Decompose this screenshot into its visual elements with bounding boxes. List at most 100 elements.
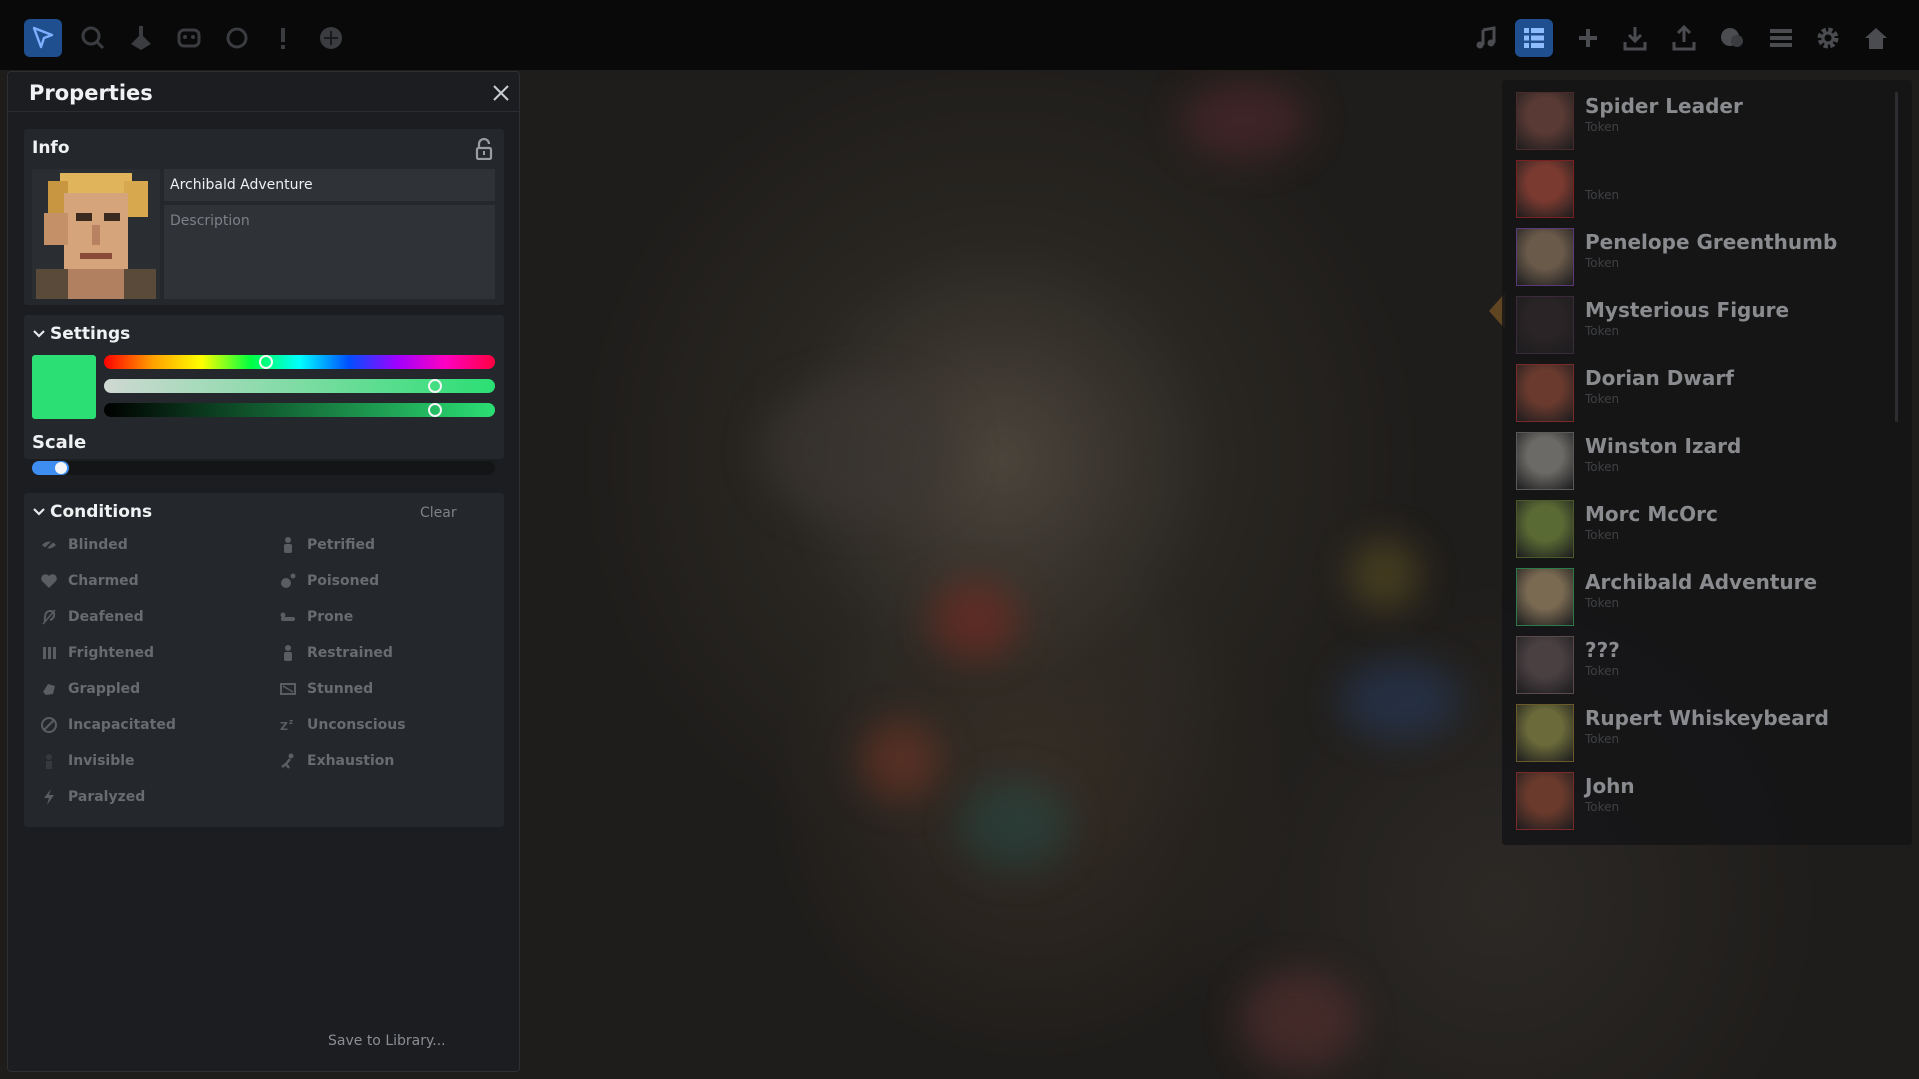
search-tool-button[interactable] — [74, 19, 112, 57]
token-list-button[interactable] — [1515, 19, 1553, 57]
add-button[interactable] — [1569, 19, 1607, 57]
token-list-panel: Spider Leader Token Token Penelope Greenthu… — [1502, 80, 1912, 845]
chat-button[interactable] — [1713, 19, 1751, 57]
token-avatar — [1516, 432, 1574, 490]
chevron-down-icon[interactable] — [32, 505, 46, 519]
settings-button[interactable] — [1809, 19, 1847, 57]
condition-unconscious[interactable]: Zz Unconscious — [279, 714, 406, 736]
token-list-item[interactable]: Spider Leader Token — [1516, 92, 1906, 154]
hamburger-menu-icon — [1770, 29, 1792, 47]
token-type: Token — [1585, 596, 1620, 610]
condition-label: Incapacitated — [68, 717, 176, 733]
chat-bubbles-icon — [1721, 28, 1743, 47]
hue-slider-knob[interactable] — [259, 355, 273, 369]
token-list-item[interactable]: Archibald Adventure Token — [1516, 568, 1906, 630]
map-token-blur — [1340, 660, 1460, 740]
shape-tool-button[interactable] — [218, 19, 256, 57]
import-button[interactable] — [1616, 19, 1654, 57]
token-list-item[interactable]: Rupert Whiskeybeard Token — [1516, 704, 1906, 766]
token-portrait[interactable] — [32, 169, 160, 299]
token-description-field[interactable] — [164, 205, 495, 299]
scale-label: Scale — [32, 432, 87, 453]
music-button[interactable] — [1467, 19, 1505, 57]
lock-open-icon[interactable] — [475, 138, 493, 160]
token-avatar — [1516, 92, 1574, 150]
token-list-item[interactable]: Dorian Dwarf Token — [1516, 364, 1906, 426]
fog-icon — [177, 28, 201, 48]
menu-button[interactable] — [1762, 19, 1800, 57]
token-list-item[interactable]: Penelope Greenthumb Token — [1516, 228, 1906, 290]
cursor-arrow-icon — [32, 26, 54, 49]
token-list-item[interactable]: John Token — [1516, 772, 1906, 834]
condition-label: Restrained — [307, 645, 393, 661]
panel-title: Properties — [29, 81, 153, 105]
token-name-input[interactable] — [164, 169, 495, 201]
condition-poisoned[interactable]: Poisoned — [279, 570, 379, 592]
condition-petrified[interactable]: Petrified — [279, 534, 375, 556]
info-title: Info — [32, 138, 70, 158]
condition-frightened[interactable]: Frightened — [40, 642, 154, 664]
condition-blinded[interactable]: Blinded — [40, 534, 128, 556]
condition-exhaustion[interactable]: Exhaustion — [279, 750, 394, 772]
list-view-icon — [1524, 28, 1544, 48]
condition-label: Frightened — [68, 645, 155, 661]
prone-icon — [279, 608, 297, 626]
condition-paralyzed[interactable]: Paralyzed — [40, 786, 145, 808]
color-swatch[interactable] — [32, 355, 96, 419]
condition-label: Invisible — [68, 753, 135, 769]
exhaustion-icon — [279, 752, 297, 770]
save-to-library-button[interactable]: Save to Library... — [328, 1033, 446, 1049]
fog-tool-button[interactable] — [170, 19, 208, 57]
condition-invisible[interactable]: Invisible — [40, 750, 135, 772]
token-name: Morc McOrc — [1585, 502, 1718, 526]
close-icon[interactable] — [490, 82, 512, 104]
token-avatar — [1516, 704, 1574, 762]
blinded-icon — [40, 536, 58, 554]
condition-label: Grappled — [68, 681, 141, 697]
saturation-slider-knob[interactable] — [428, 379, 442, 393]
token-list-item[interactable]: Mysterious Figure Token — [1516, 296, 1906, 358]
grid-tool-button[interactable] — [312, 19, 350, 57]
grid-icon — [320, 27, 342, 49]
token-list-item[interactable]: Token — [1516, 160, 1906, 222]
download-icon — [1623, 27, 1647, 51]
scale-slider-knob[interactable] — [55, 462, 67, 474]
scale-slider[interactable] — [32, 461, 495, 475]
petrified-icon — [279, 536, 297, 554]
token-name: John — [1585, 774, 1635, 798]
condition-grappled[interactable]: Grappled — [40, 678, 140, 700]
hue-slider[interactable] — [104, 355, 495, 369]
condition-restrained[interactable]: Restrained — [279, 642, 393, 664]
condition-incapacitated[interactable]: Incapacitated — [40, 714, 176, 736]
circle-shape-icon — [226, 27, 248, 49]
grappled-icon — [40, 680, 58, 698]
token-type: Token — [1585, 324, 1620, 338]
chevron-down-icon[interactable] — [32, 327, 46, 341]
token-name: Spider Leader — [1585, 94, 1743, 118]
top-toolbar — [0, 0, 1919, 70]
export-button[interactable] — [1665, 19, 1703, 57]
token-list-item[interactable]: ??? Token — [1516, 636, 1906, 698]
token-avatar — [1516, 772, 1574, 830]
token-list-item[interactable]: Morc McOrc Token — [1516, 500, 1906, 562]
token-type: Token — [1585, 664, 1620, 678]
lightness-slider-knob[interactable] — [428, 403, 442, 417]
token-list-scrollbar[interactable] — [1895, 92, 1898, 422]
condition-stunned[interactable]: Stunned — [279, 678, 373, 700]
poisoned-icon — [279, 572, 297, 590]
ping-tool-button[interactable] — [264, 19, 302, 57]
condition-charmed[interactable]: Charmed — [40, 570, 139, 592]
lightness-slider[interactable] — [104, 403, 495, 417]
clear-conditions-button[interactable]: Clear — [420, 505, 457, 521]
token-list-item[interactable]: Winston Izard Token — [1516, 432, 1906, 494]
home-button[interactable] — [1857, 19, 1895, 57]
condition-prone[interactable]: Prone — [279, 606, 353, 628]
saturation-slider[interactable] — [104, 379, 495, 393]
lightning-icon — [40, 788, 58, 806]
map-token-blur — [1240, 970, 1360, 1070]
token-avatar — [1516, 364, 1574, 422]
condition-label: Stunned — [307, 681, 374, 697]
cursor-tool-button[interactable] — [24, 19, 62, 57]
condition-deafened[interactable]: Deafened — [40, 606, 144, 628]
measure-tool-button[interactable] — [122, 19, 160, 57]
